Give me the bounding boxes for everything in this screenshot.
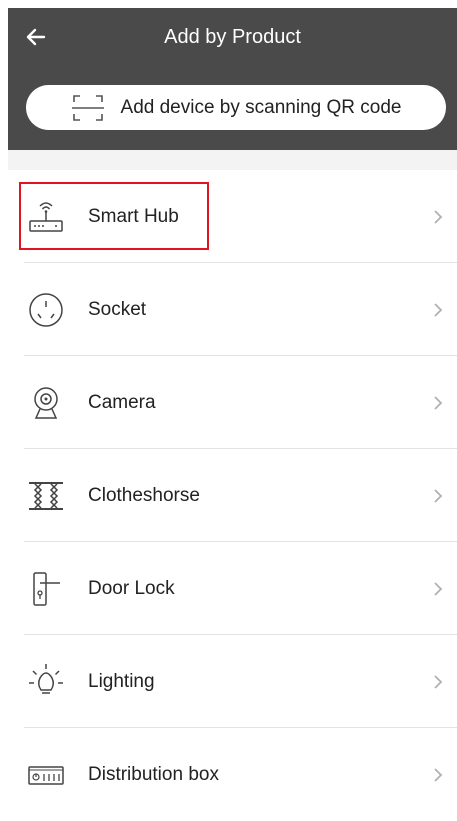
section-spacer [8,150,457,170]
product-label: Camera [88,391,156,413]
camera-icon [24,381,68,425]
distribution-box-icon [24,753,68,797]
product-label: Distribution box [88,763,219,785]
product-label: Door Lock [88,577,175,599]
bulb-icon [24,660,68,704]
scan-qr-button[interactable]: Add device by scanning QR code [26,85,446,130]
product-item-smart-hub[interactable]: Smart Hub [8,170,457,263]
door-lock-icon [24,567,68,611]
product-item-camera[interactable]: Camera [8,356,457,449]
product-item-clotheshorse[interactable]: Clotheshorse [8,449,457,542]
product-label: Clotheshorse [88,484,200,506]
qr-scan-icon [71,94,104,121]
product-label: Lighting [88,670,155,692]
chevron-right-icon [434,581,443,596]
product-item-distribution-box[interactable]: Distribution box [8,728,457,821]
app-header: Add by Product Add device by scanning QR… [8,8,457,150]
product-label: Smart Hub [88,205,179,227]
page-title: Add by Product [164,26,301,48]
product-list: Smart Hub Socket Camera Clotheshorse Doo… [8,170,457,821]
clotheshorse-icon [24,474,68,518]
scan-qr-label: Add device by scanning QR code [120,96,402,118]
chevron-right-icon [434,767,443,782]
chevron-right-icon [434,488,443,503]
product-item-lighting[interactable]: Lighting [8,635,457,728]
product-label: Socket [88,298,147,320]
router-icon [24,195,68,239]
socket-icon [24,288,68,332]
chevron-right-icon [434,209,443,224]
chevron-right-icon [434,395,443,410]
chevron-right-icon [434,674,443,689]
product-item-door-lock[interactable]: Door Lock [8,542,457,635]
product-item-socket[interactable]: Socket [8,263,457,356]
chevron-right-icon [434,302,443,317]
